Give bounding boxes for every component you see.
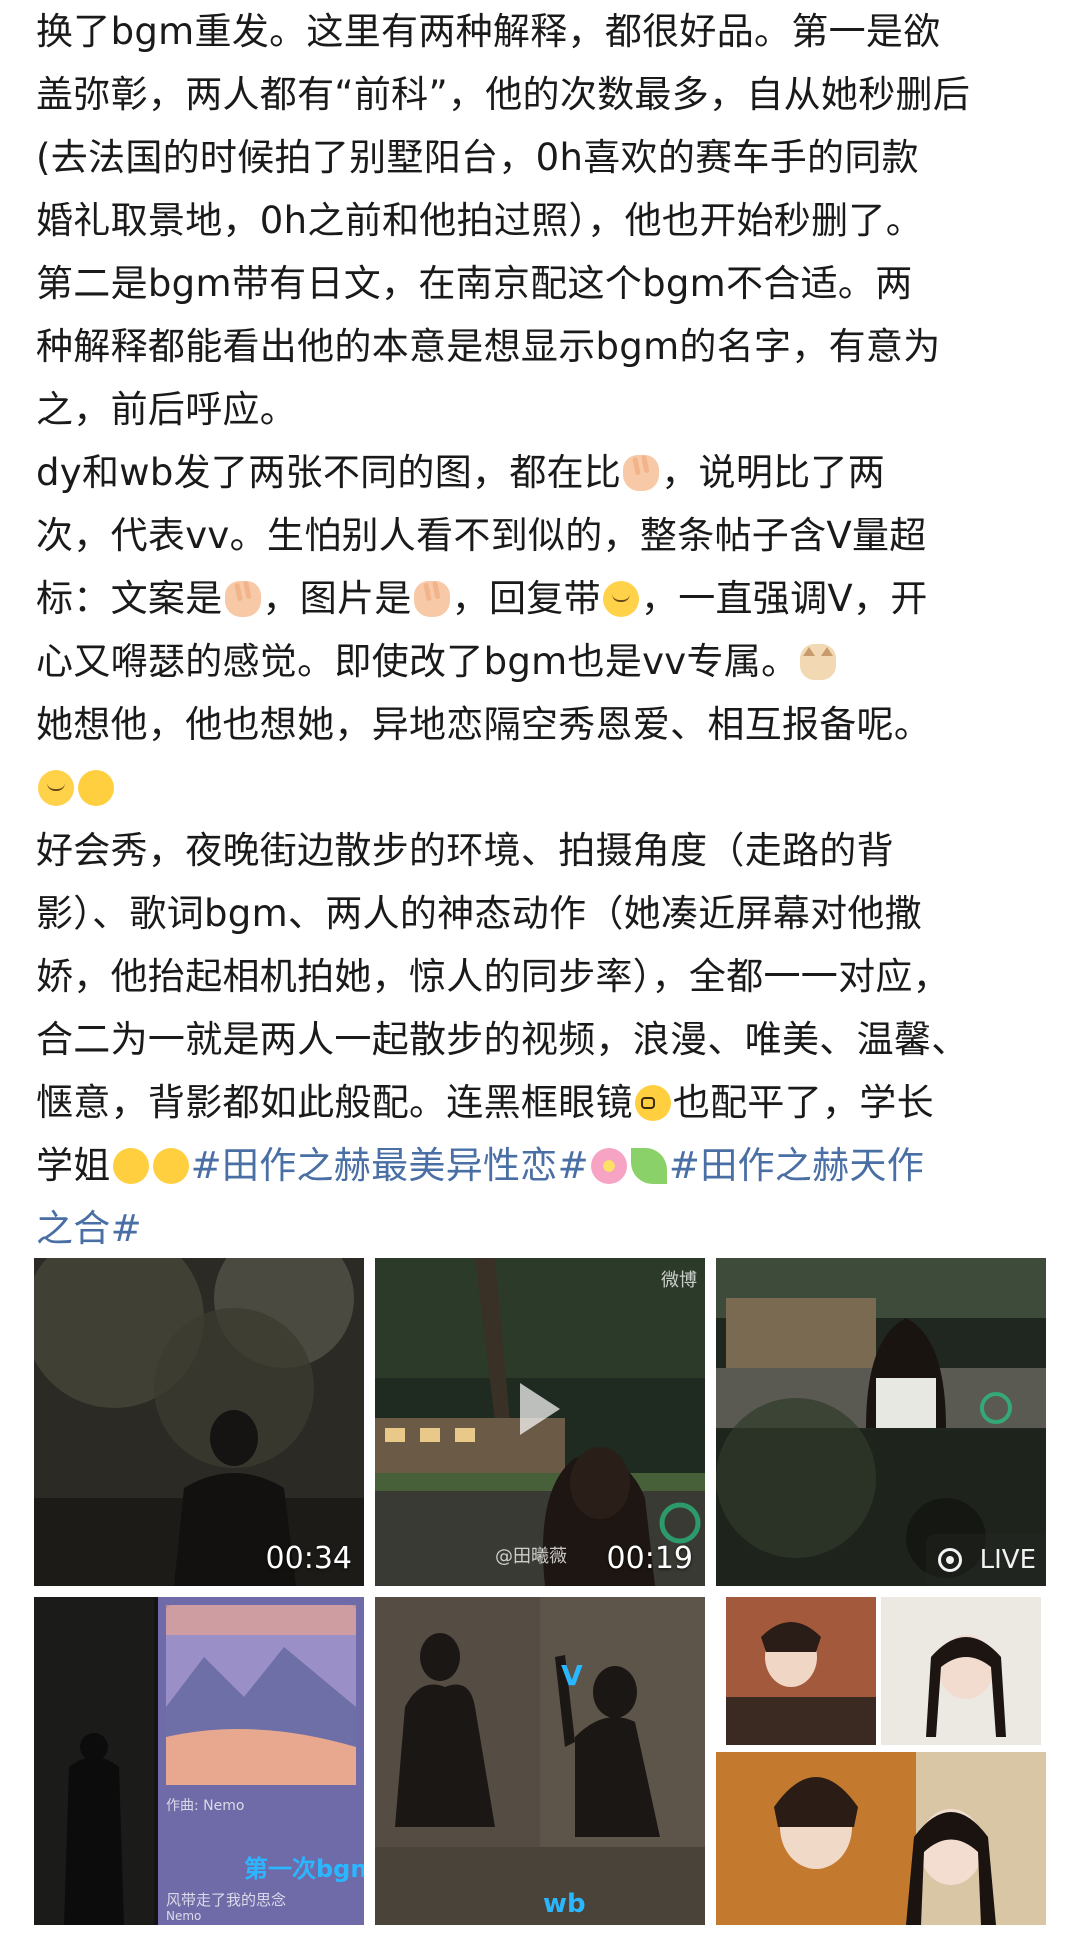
post-line: 婚礼取景地，0h之前和他拍过照），他也开始秒删了。: [36, 199, 923, 242]
post-line: 娇，他抬起相机拍她，惊人的同步率），全都一一对应，: [36, 955, 950, 998]
post-line: 好会秀，夜晚街边散步的环境、拍摄角度（走路的背: [36, 829, 894, 872]
cat-face-icon: [800, 644, 837, 680]
live-badge: LIVE: [926, 1534, 1046, 1586]
collage-image: [716, 1597, 1046, 1925]
post-line: dy和wb发了两张不同的图，都在比 ，说明比了两: [36, 441, 1048, 504]
post-line: 之，前后呼应。: [36, 388, 298, 431]
post-line: 换了bgm重发。这里有两种解释，都很好品。第一是欲: [36, 10, 941, 53]
video-duration: 00:19: [606, 1541, 693, 1576]
smiling-face-icon: [602, 581, 639, 617]
victory-hand-icon: [413, 581, 450, 617]
screenshot-meta: 作曲: Nemo: [166, 1798, 245, 1814]
relieved-face-icon: [38, 770, 74, 806]
song-title: 风带走了我的思念: [166, 1891, 287, 1909]
video-thumbnail[interactable]: 微博 @田曦薇 00:19: [375, 1258, 705, 1586]
v-label: V: [561, 1659, 583, 1692]
leaf-icon: [630, 1148, 667, 1184]
text-span: dy和wb发了两张不同的图，都在比: [36, 451, 622, 494]
hugging-face-icon: [78, 770, 114, 806]
post-line: (去法国的时候拍了别墅阳台，0h喜欢的赛车手的同款: [36, 136, 919, 179]
text-span: 学姐: [36, 1144, 111, 1187]
post-line: 她想他，他也想她，异地恋隔空秀恩爱、相互报备呢。: [36, 703, 932, 746]
text-span: ，一直强调V，开: [640, 577, 928, 620]
hashtag-link[interactable]: #田作之赫最美异性恋#: [191, 1144, 589, 1187]
text-span: 惬意，背影都如此般配。连黑框眼镜: [36, 1081, 633, 1124]
post-line: 次，代表vv。生怕别人看不到似的，整条帖子含V量超: [36, 514, 927, 557]
video-duration: 00:34: [265, 1541, 352, 1576]
image-thumbnail[interactable]: [716, 1597, 1046, 1925]
pleading-face-icon: [112, 1148, 149, 1184]
live-label: LIVE: [979, 1545, 1036, 1575]
wb-label: wb: [543, 1889, 586, 1919]
weibo-watermark: 微博: [661, 1270, 697, 1291]
text-span: ，图片是: [262, 577, 412, 620]
video-thumbnail[interactable]: 00:34: [34, 1258, 364, 1586]
post-line: 惬意，背影都如此般配。连黑框眼镜 也配平了，学长: [36, 1071, 1048, 1134]
post-line: 标：文案是 ，图片是 ，回复带 ，一直强调V，开: [36, 567, 1048, 630]
victory-hand-icon: [623, 455, 660, 491]
nerd-face-icon: [634, 1085, 671, 1121]
image-thumbnail[interactable]: 作曲: Nemo 第一次bgn 风带走了我的思念 Nemo: [34, 1597, 364, 1925]
text-span: 也配平了，学长: [672, 1081, 934, 1124]
hashtag-link[interactable]: #田作之赫天作: [669, 1144, 924, 1187]
post-line: 合二为一就是两人一起散步的视频，浪漫、唯美、温馨、: [36, 1018, 969, 1061]
text-span: 心又嘚瑟的感觉。即使改了bgm也是vv专属。: [36, 640, 799, 683]
live-icon: [938, 1548, 962, 1572]
weibo-post: 换了bgm重发。这里有两种解释，都很好品。第一是欲 盖弥彰，两人都有“前科”，他…: [0, 0, 1080, 1936]
shadow-image: [375, 1597, 705, 1925]
post-line: [36, 756, 1048, 819]
video-thumbnail-image: [34, 1258, 364, 1586]
post-line: 影）、歌词bgm、两人的神态动作（她凑近屏幕对他撒: [36, 892, 923, 935]
pleading-face-icon: [152, 1148, 189, 1184]
live-photo-thumbnail[interactable]: LIVE: [716, 1258, 1046, 1586]
text-span: ，说明比了两: [661, 451, 886, 494]
hashtag-link-continued[interactable]: 之合#: [36, 1207, 142, 1250]
text-span: 标：文案是: [36, 577, 223, 620]
victory-hand-icon: [224, 581, 261, 617]
user-watermark: @田曦薇: [495, 1546, 567, 1567]
bgm-caption: 第一次bgn: [244, 1855, 364, 1883]
post-line: 第二是bgm带有日文，在南京配这个bgm不合适。两: [36, 262, 913, 305]
image-thumbnail[interactable]: V wb: [375, 1597, 705, 1925]
post-line: 种解释都能看出他的本意是想显示bgm的名字，有意为: [36, 325, 941, 368]
post-line: 心又嘚瑟的感觉。即使改了bgm也是vv专属。: [36, 630, 1048, 693]
post-line: 盖弥彰，两人都有“前科”，他的次数最多，自从她秒删后: [36, 73, 971, 116]
post-body: 换了bgm重发。这里有两种解释，都很好品。第一是欲 盖弥彰，两人都有“前科”，他…: [36, 0, 1048, 1260]
cherry-blossom-icon: [590, 1148, 627, 1184]
post-line: 之合#: [36, 1197, 1048, 1260]
play-icon[interactable]: [520, 1383, 560, 1435]
screenshot-footer: Nemo: [166, 1909, 202, 1923]
post-line: 学姐 #田作之赫最美异性恋# #田作之赫天作: [36, 1134, 1048, 1197]
text-span: ，回复带: [451, 577, 601, 620]
